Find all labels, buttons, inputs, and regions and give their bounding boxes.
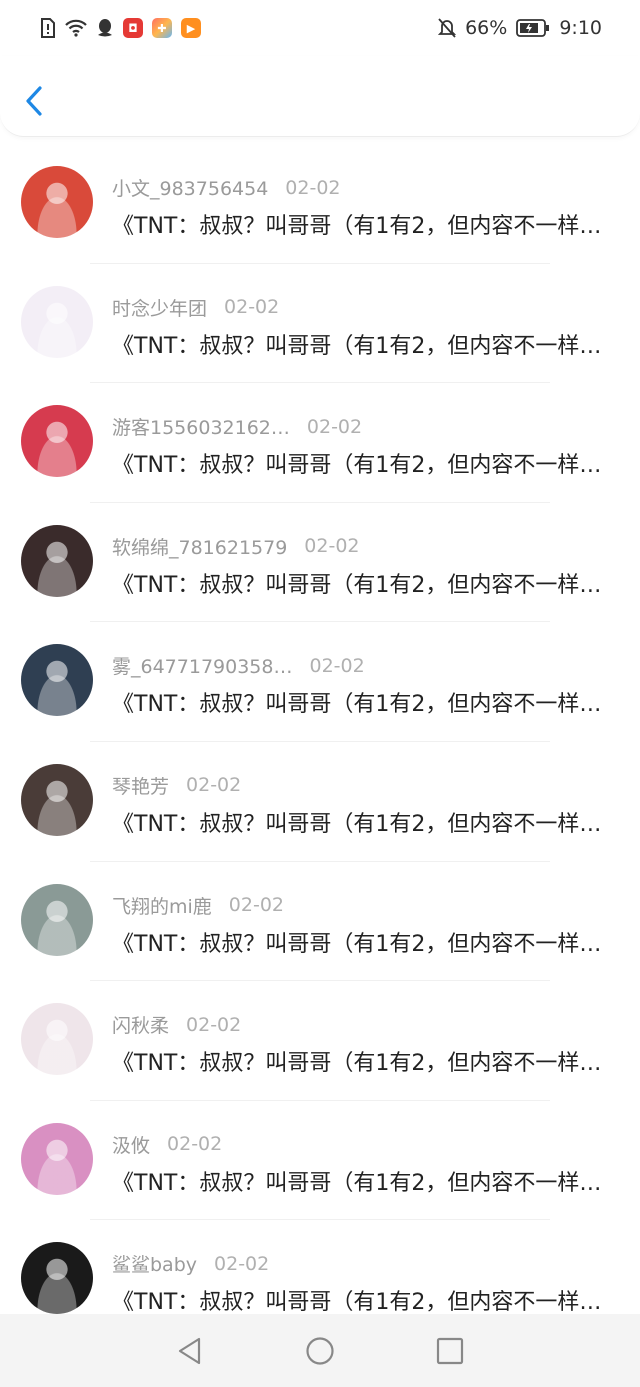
status-left-icons: ◘ ✚ ▶	[40, 18, 201, 38]
qq-icon	[96, 18, 114, 38]
message-preview: 《TNT：叔叔？叫哥哥（有1有2，但内容不一样）》	[112, 572, 612, 598]
message-date: 02-02	[285, 176, 341, 199]
battery-percent: 66%	[465, 17, 508, 39]
message-preview: 《TNT：叔叔？叫哥哥（有1有2，但内容不一样）》	[112, 931, 612, 957]
header-bar	[0, 56, 640, 137]
list-item[interactable]: 小文_983756454 02-02 《TNT：叔叔？叫哥哥（有1有2，但内容不一…	[0, 144, 640, 264]
avatar[interactable]	[21, 763, 93, 836]
message-preview: 《TNT：叔叔？叫哥哥（有1有2，但内容不一样）》	[112, 453, 612, 479]
mute-bell-icon	[438, 18, 457, 38]
alert-sim-icon	[40, 18, 56, 38]
message-date: 02-02	[214, 1252, 270, 1275]
nav-recents-button[interactable]	[435, 1336, 465, 1366]
message-preview: 《TNT：叔叔？叫哥哥（有1有2，但内容不一样）》	[112, 1290, 612, 1316]
back-button[interactable]	[20, 80, 50, 122]
list-item[interactable]: 琴艳芳 02-02 《TNT：叔叔？叫哥哥（有1有2，但内容不一样）》	[0, 742, 640, 862]
message-list: 小文_983756454 02-02 《TNT：叔叔？叫哥哥（有1有2，但内容不一…	[0, 144, 640, 1340]
status-right-icons: 66% 9:10	[438, 17, 602, 39]
user-name: 雾_64771790358…	[112, 656, 293, 679]
message-date: 02-02	[186, 774, 242, 797]
message-date: 02-02	[228, 894, 285, 917]
circle-home-icon	[306, 1336, 334, 1365]
square-recents-icon	[436, 1337, 464, 1364]
avatar[interactable]	[21, 166, 93, 238]
avatar[interactable]	[21, 405, 93, 478]
app-orange-play-icon: ▶	[181, 18, 201, 38]
user-name: 琴艳芳	[112, 775, 170, 798]
user-name: 鲨鲨baby	[112, 1254, 198, 1277]
system-nav-bar	[0, 1314, 640, 1387]
user-name: 汲攸	[112, 1134, 151, 1157]
user-name: 游客1556032162…	[112, 417, 290, 440]
wifi-icon	[65, 19, 87, 37]
message-date: 02-02	[304, 535, 360, 558]
avatar[interactable]	[21, 285, 93, 358]
message-preview: 《TNT：叔叔？叫哥哥（有1有2，但内容不一样）》	[112, 811, 612, 837]
avatar[interactable]	[21, 524, 93, 597]
user-name: 软绵绵_781621579	[112, 536, 288, 559]
message-date: 02-02	[186, 1013, 242, 1036]
app-red-icon: ◘	[123, 18, 143, 38]
list-item[interactable]: 时念少年团 02-02 《TNT：叔叔？叫哥哥（有1有2，但内容不一样）》	[0, 264, 640, 384]
user-name: 飞翔的mi鹿	[112, 895, 212, 918]
message-date: 02-02	[309, 654, 365, 677]
list-item[interactable]: 软绵绵_781621579 02-02 《TNT：叔叔？叫哥哥（有1有2，但内容不…	[0, 503, 640, 623]
list-item[interactable]: 汲攸 02-02 《TNT：叔叔？叫哥哥（有1有2，但内容不一样）》	[0, 1101, 640, 1221]
user-name: 闪秋柔	[112, 1015, 170, 1038]
list-item[interactable]: 游客1556032162… 02-02 《TNT：叔叔？叫哥哥（有1有2，但内容不…	[0, 383, 640, 503]
list-item[interactable]: 雾_64771790358… 02-02 《TNT：叔叔？叫哥哥（有1有2，但内容…	[0, 622, 640, 742]
battery-icon	[516, 19, 550, 37]
app-colorful-icon: ✚	[152, 18, 172, 38]
message-preview: 《TNT：叔叔？叫哥哥（有1有2，但内容不一样）》	[112, 692, 612, 718]
message-preview: 《TNT：叔叔？叫哥哥（有1有2，但内容不一样）》	[112, 1051, 612, 1077]
list-item[interactable]: 闪秋柔 02-02 《TNT：叔叔？叫哥哥（有1有2，但内容不一样）》	[0, 981, 640, 1101]
avatar[interactable]	[21, 883, 93, 956]
message-preview: 《TNT：叔叔？叫哥哥（有1有2，但内容不一样）》	[112, 214, 612, 239]
avatar[interactable]	[21, 644, 93, 717]
message-date: 02-02	[224, 296, 280, 319]
chevron-left-icon	[26, 86, 42, 116]
message-preview: 《TNT：叔叔？叫哥哥（有1有2，但内容不一样）》	[112, 1170, 612, 1196]
status-bar: ◘ ✚ ▶ 66% 9:10	[0, 0, 640, 56]
message-date: 02-02	[306, 415, 363, 438]
user-name: 小文_983756454	[112, 178, 269, 200]
nav-home-button[interactable]	[305, 1336, 335, 1366]
user-name: 时念少年团	[112, 297, 208, 320]
avatar[interactable]	[21, 1122, 93, 1195]
message-date: 02-02	[167, 1133, 223, 1156]
nav-back-button[interactable]	[175, 1336, 205, 1366]
list-item[interactable]: 飞翔的mi鹿 02-02 《TNT：叔叔？叫哥哥（有1有2，但内容不一样）》	[0, 862, 640, 982]
message-preview: 《TNT：叔叔？叫哥哥（有1有2，但内容不一样）》	[112, 333, 612, 359]
triangle-back-icon	[178, 1337, 201, 1364]
avatar[interactable]	[21, 1003, 93, 1076]
clock: 9:10	[559, 17, 602, 39]
avatar[interactable]	[21, 1242, 93, 1315]
